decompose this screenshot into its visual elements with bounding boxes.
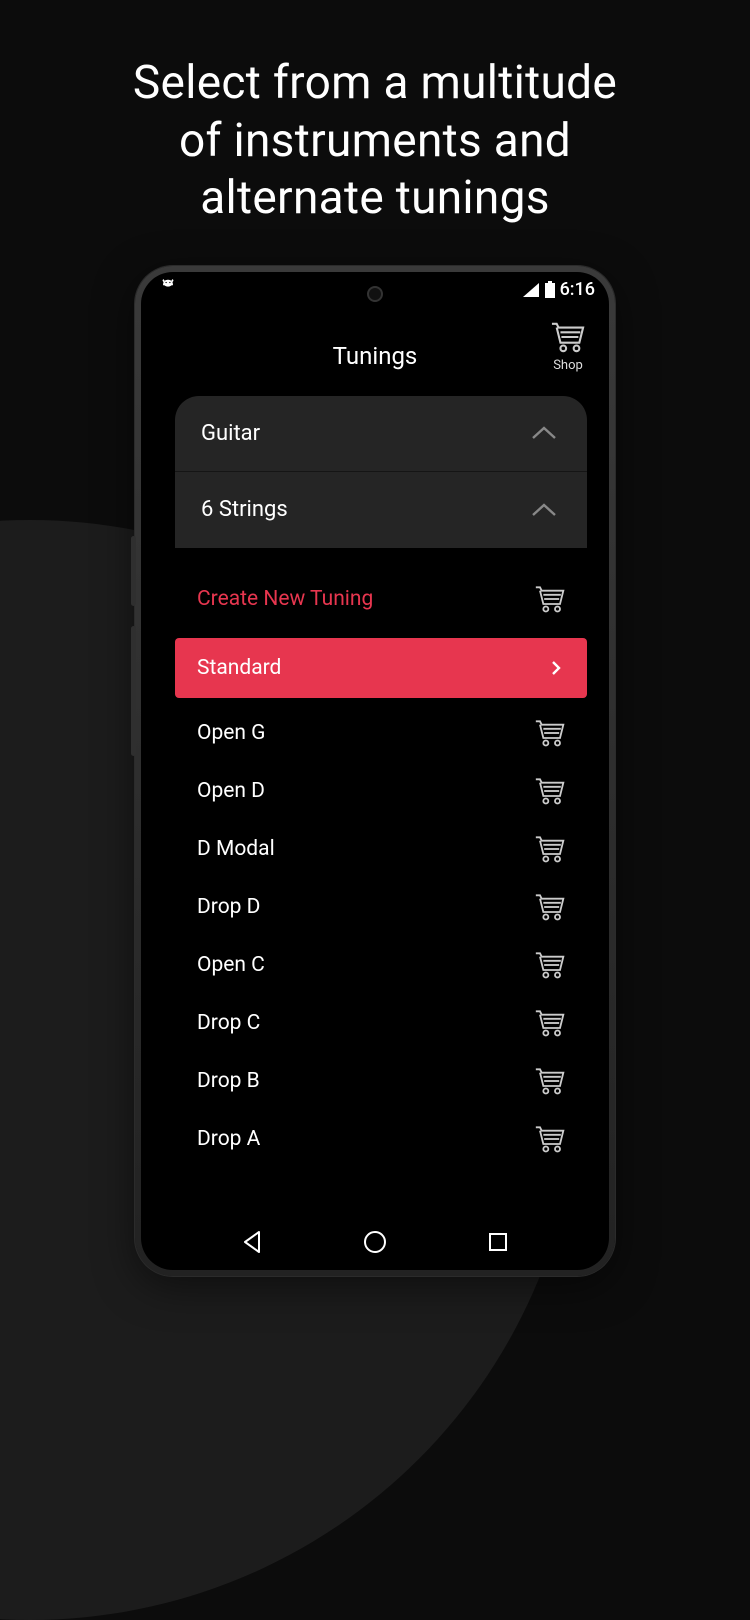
status-time: 6:16 xyxy=(560,279,595,300)
app-header: Tunings Shop xyxy=(141,308,609,376)
nav-back-button[interactable] xyxy=(241,1230,263,1254)
cart-icon xyxy=(533,718,567,748)
tuning-label: D Modal xyxy=(197,837,275,861)
tuning-row[interactable]: Open D xyxy=(175,762,587,820)
marketing-line: Select from a multitude xyxy=(133,56,617,110)
cart-icon xyxy=(533,950,567,980)
tuning-row[interactable]: Drop C xyxy=(175,994,587,1052)
phone-side-button xyxy=(131,536,136,606)
tuning-label: Open G xyxy=(197,721,266,745)
shop-label: Shop xyxy=(553,358,583,373)
tuning-label: Drop C xyxy=(197,1011,260,1035)
marketing-headline: Select from a multitude of instruments a… xyxy=(0,0,750,228)
cart-icon xyxy=(533,834,567,864)
phone-screen: 6:16 Tunings Shop Guitar xyxy=(141,272,609,1270)
cart-icon xyxy=(533,892,567,922)
chevron-up-icon xyxy=(531,425,557,441)
phone-camera xyxy=(367,286,383,302)
instrument-dropdown[interactable]: Guitar xyxy=(175,396,587,472)
tuning-label: Drop B xyxy=(197,1069,260,1093)
shop-button[interactable]: Shop xyxy=(549,320,587,373)
create-new-tuning-button[interactable]: Create New Tuning xyxy=(175,566,587,632)
nav-recent-button[interactable] xyxy=(487,1231,509,1253)
tuning-row[interactable]: Drop D xyxy=(175,878,587,936)
cart-icon xyxy=(533,776,567,806)
dropdown-stack: Guitar 6 Strings xyxy=(175,396,587,548)
tuning-row[interactable]: Drop B xyxy=(175,1052,587,1110)
tuning-row[interactable]: D Modal xyxy=(175,820,587,878)
signal-icon xyxy=(522,282,540,298)
cart-icon xyxy=(533,1124,567,1154)
tuning-row[interactable]: Open C xyxy=(175,936,587,994)
cart-icon xyxy=(533,1066,567,1096)
chevron-right-icon xyxy=(551,660,561,676)
tuning-label: Open C xyxy=(197,953,265,977)
content-area: Guitar 6 Strings Create New Tuning xyxy=(141,376,609,1168)
strings-dropdown[interactable]: 6 Strings xyxy=(175,472,587,548)
cart-icon xyxy=(549,320,587,354)
dropdown-label: Guitar xyxy=(201,421,260,446)
battery-icon xyxy=(544,281,556,299)
status-left xyxy=(159,278,177,301)
tuning-label: Drop A xyxy=(197,1127,260,1151)
tuning-label: Open D xyxy=(197,779,265,803)
chevron-up-icon xyxy=(531,502,557,518)
android-nav-bar xyxy=(141,1214,609,1270)
page-title: Tunings xyxy=(163,326,587,370)
status-right: 6:16 xyxy=(522,279,595,300)
tuning-row[interactable]: Open G xyxy=(175,704,587,762)
phone-side-button xyxy=(131,626,136,756)
android-icon xyxy=(159,278,177,296)
dropdown-label: 6 Strings xyxy=(201,497,288,522)
tuning-label: Standard xyxy=(197,656,281,680)
marketing-line: of instruments and xyxy=(179,114,571,168)
tuning-row-selected[interactable]: Standard xyxy=(175,638,587,698)
tuning-label: Drop D xyxy=(197,895,260,919)
cart-icon xyxy=(533,1008,567,1038)
tuning-row[interactable]: Drop A xyxy=(175,1110,587,1168)
phone-frame: 6:16 Tunings Shop Guitar xyxy=(135,266,615,1276)
tuning-list: Create New Tuning Standard Open G xyxy=(175,566,587,1168)
nav-home-button[interactable] xyxy=(362,1229,388,1255)
create-label: Create New Tuning xyxy=(197,587,373,611)
marketing-line: alternate tunings xyxy=(200,171,550,225)
cart-icon xyxy=(533,584,567,614)
